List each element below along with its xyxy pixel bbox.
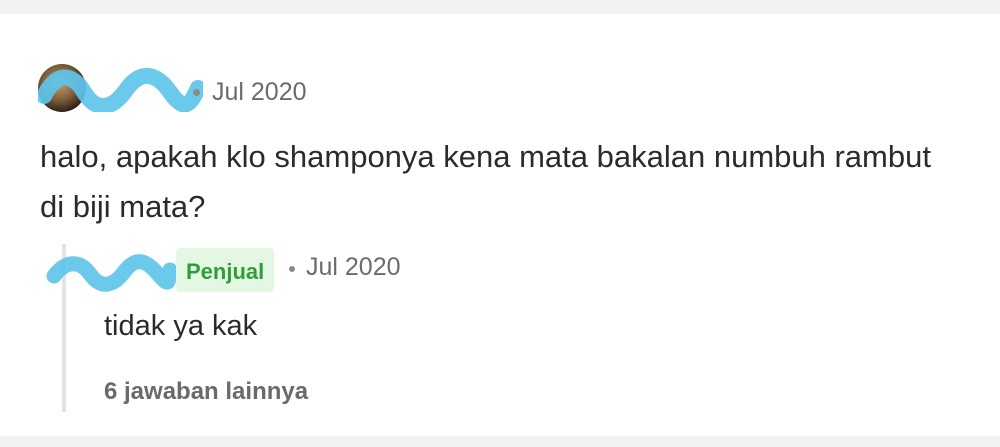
reply-date: Jul 2020	[306, 253, 401, 281]
question-text: halo, apakah klo shamponya kena mata bak…	[40, 139, 931, 224]
redaction-scribble	[46, 254, 176, 292]
more-replies-link[interactable]: 6 jawaban lainnya	[104, 378, 308, 406]
separator-dot	[289, 266, 295, 272]
discussion-card: Jul 2020 halo, apakah klo shamponya kena…	[0, 14, 1000, 436]
reply-text: tidak ya kak	[104, 310, 258, 342]
question-header: Jul 2020	[38, 64, 358, 114]
seller-badge: Penjual	[176, 248, 275, 292]
redaction-scribble	[38, 68, 203, 112]
reply-thread: Penjual Jul 2020 tidak ya kak 6 jawaban …	[46, 244, 860, 414]
separator-dot	[193, 89, 200, 96]
question-date: Jul 2020	[212, 78, 307, 106]
